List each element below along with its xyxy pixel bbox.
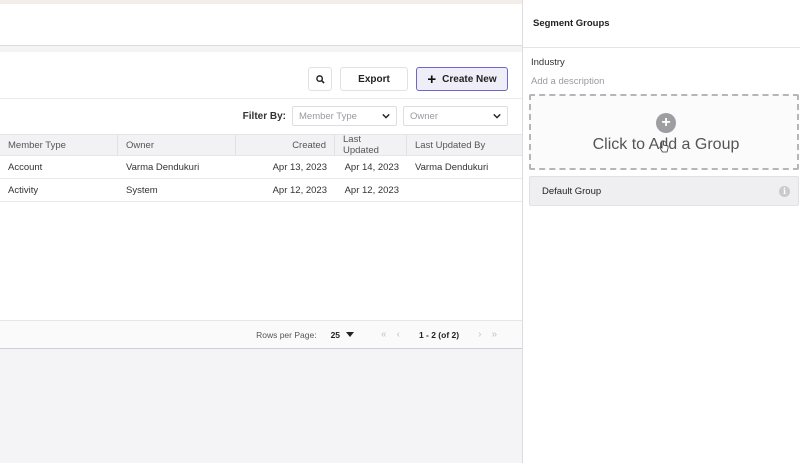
first-page-icon[interactable]: «: [381, 329, 387, 340]
cell-member-type: Activity: [8, 184, 39, 196]
filter-bar: Filter By: Member Type Owner: [243, 106, 508, 126]
cell-created: Apr 13, 2023: [272, 161, 327, 173]
default-group-item[interactable]: Default Group i: [529, 176, 799, 206]
cell-last-updated: Apr 12, 2023: [344, 184, 399, 196]
rows-per-page-select[interactable]: 25: [330, 329, 355, 340]
cell-last-updated-by: [407, 179, 522, 201]
main-content: Export + Create New Filter By: Member Ty…: [0, 52, 522, 349]
page-range: 1 - 2 (of 2): [418, 329, 460, 340]
member-type-select[interactable]: Member Type: [292, 106, 397, 126]
column-header-created[interactable]: Created: [236, 135, 335, 155]
filter-label: Filter By:: [242, 110, 286, 122]
create-new-button[interactable]: + Create New: [416, 67, 508, 91]
chevron-down-icon: [382, 113, 390, 119]
cell-last-updated-by: Varma Dendukuri: [415, 161, 489, 173]
cell-owner: System: [126, 184, 158, 196]
members-table: Member Type Owner Created Last Updated L…: [0, 134, 522, 202]
table-row[interactable]: Account Varma Dendukuri Apr 13, 2023 Apr…: [0, 156, 522, 179]
search-button[interactable]: [308, 67, 332, 91]
next-page-icon[interactable]: ›: [478, 329, 481, 340]
table-header: Member Type Owner Created Last Updated L…: [0, 134, 522, 156]
cell-member-type: Account: [8, 161, 43, 173]
column-header-last-updated-by[interactable]: Last Updated By: [407, 135, 522, 155]
owner-placeholder: Owner: [410, 110, 438, 122]
chevron-down-icon: [493, 113, 501, 119]
last-page-icon[interactable]: »: [491, 329, 497, 340]
cell-last-updated: Apr 14, 2023: [344, 161, 399, 173]
column-header-owner[interactable]: Owner: [118, 135, 236, 155]
add-group-plus-icon: +: [656, 113, 676, 133]
rows-per-page-value: 25: [330, 329, 341, 340]
divider: [0, 98, 522, 99]
member-type-placeholder: Member Type: [299, 110, 357, 122]
plus-icon: +: [427, 70, 437, 88]
panel-title: Segment Groups: [523, 0, 800, 48]
segment-groups-panel: Segment Groups Industry Add a descriptio…: [522, 0, 800, 463]
create-new-label: Create New: [442, 73, 497, 85]
column-header-last-updated[interactable]: Last Updated: [335, 134, 407, 156]
toolbar: Export + Create New: [308, 67, 508, 91]
export-button[interactable]: Export: [340, 67, 408, 91]
prev-page-icon[interactable]: ‹: [397, 329, 400, 340]
default-group-label: Default Group: [542, 185, 602, 197]
cell-created: Apr 12, 2023: [272, 184, 327, 196]
rows-per-page-label: Rows per Page:: [256, 329, 317, 340]
pagination-bar: Rows per Page: 25 « ‹ 1 - 2 (of 2) › »: [0, 320, 522, 348]
description-input[interactable]: Add a description: [531, 76, 604, 87]
column-header-member-type[interactable]: Member Type: [0, 135, 118, 155]
caret-down-icon: [346, 332, 355, 337]
info-icon[interactable]: i: [779, 185, 790, 197]
add-group-dropzone[interactable]: + Click to Add a Group: [529, 94, 799, 170]
table-row[interactable]: Activity System Apr 12, 2023 Apr 12, 202…: [0, 179, 522, 202]
background-area: [0, 350, 522, 463]
search-icon: [315, 74, 325, 84]
cell-owner: Varma Dendukuri: [126, 161, 200, 173]
pointer-cursor-icon: [659, 140, 669, 153]
page-header: [0, 4, 522, 46]
segment-name[interactable]: Industry: [531, 57, 565, 68]
owner-select[interactable]: Owner: [403, 106, 508, 126]
